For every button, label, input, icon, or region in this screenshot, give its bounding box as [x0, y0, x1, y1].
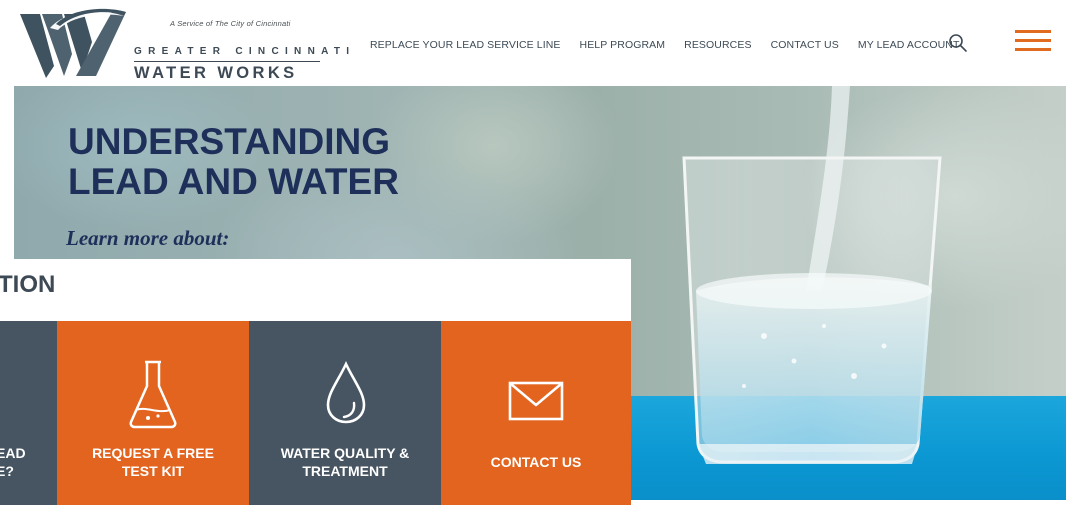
tile-label: REQUEST A FREE TEST KIT	[92, 445, 214, 479]
menu-bar	[1015, 30, 1051, 33]
hero-subtitle: Learn more about:	[66, 226, 230, 250]
nav-my-lead-account[interactable]: MY LEAD ACCOUNT	[858, 39, 960, 51]
hero-title: UNDERSTANDING LEAD AND WATER	[68, 121, 399, 202]
search-icon[interactable]	[948, 33, 968, 53]
water-glass-image	[682, 86, 942, 464]
gcww-w-logo-icon	[20, 8, 126, 78]
tile-label: EAD E?	[0, 445, 26, 479]
tile-label: CONTACT US	[490, 454, 582, 470]
hamburger-menu-icon[interactable]	[1015, 30, 1051, 52]
main-nav: REPLACE YOUR LEAD SERVICE LINE HELP PROG…	[370, 39, 960, 51]
logo-divider	[134, 61, 320, 62]
logo-brand-top: GREATER CINCINNATI	[134, 46, 356, 57]
nav-replace-lead-line[interactable]: REPLACE YOUR LEAD SERVICE LINE	[370, 39, 561, 51]
gcww-logo[interactable]: A Service of The City of Cincinnati GREA…	[20, 6, 349, 82]
logo-brand-bottom: WATER WORKS	[134, 64, 298, 82]
flask-icon	[129, 360, 177, 429]
menu-bar	[1015, 39, 1051, 42]
tile-water-quality[interactable]: WATER QUALITY & TREATMENT	[249, 321, 441, 505]
nav-contact-us[interactable]: CONTACT US	[771, 39, 839, 51]
quick-links: EAD E? REQUEST A FREE TEST KIT WATER QUA…	[0, 321, 631, 505]
nav-help-program[interactable]: HELP PROGRAM	[580, 39, 666, 51]
tile-request-test-kit[interactable]: REQUEST A FREE TEST KIT	[57, 321, 249, 505]
tile-label: WATER QUALITY & TREATMENT	[280, 445, 410, 479]
info-panel: TION EAD E? REQUEST A FREE TEST KIT WATE…	[0, 259, 631, 505]
envelope-icon	[508, 381, 564, 421]
tile-contact-us[interactable]: CONTACT US	[441, 321, 631, 505]
menu-bar	[1015, 48, 1051, 51]
logo-tagline: A Service of The City of Cincinnati	[170, 19, 291, 28]
tile-lead-question[interactable]: EAD E?	[0, 321, 57, 505]
site-header: A Service of The City of Cincinnati GREA…	[0, 0, 1076, 86]
panel-heading: TION	[0, 271, 56, 298]
nav-resources[interactable]: RESOURCES	[684, 39, 751, 51]
water-drop-icon	[326, 361, 366, 424]
